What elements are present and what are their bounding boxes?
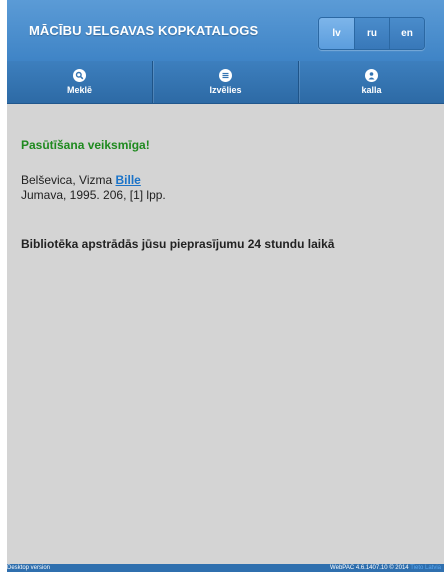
- nav-item-label: Izvēlies: [209, 85, 242, 95]
- search-icon: [73, 69, 86, 82]
- lang-button-en[interactable]: en: [389, 18, 424, 49]
- desktop-version-link[interactable]: Desktop version: [7, 564, 50, 572]
- nav-item-selected[interactable]: Izvēlies: [152, 61, 298, 103]
- footer-bar: Desktop version WebPAC 4.6.1407.10 © 201…: [7, 564, 444, 572]
- list-icon: [219, 69, 232, 82]
- nav-item-label: Meklē: [66, 85, 92, 95]
- record-publication: Jumava, 1995. 206, [1] lpp.: [21, 188, 166, 202]
- nav-item-label: kalla: [361, 85, 382, 95]
- vendor-link[interactable]: Tieto Latvia: [410, 565, 441, 571]
- language-switcher: lv ru en: [318, 17, 425, 50]
- nav-bar: Meklē Izvēlies kalla: [7, 61, 444, 104]
- footer-version: WebPAC 4.6.1407.10 © 2014 Tieto Latvia: [330, 564, 441, 572]
- app-frame: MĀCĪBU JELGAVAS KOPKATALOGS lv ru en Mek…: [7, 0, 444, 572]
- header-bar: MĀCĪBU JELGAVAS KOPKATALOGS lv ru en: [7, 0, 444, 62]
- lang-button-lv[interactable]: lv: [319, 18, 354, 49]
- nav-item-user[interactable]: kalla: [298, 61, 444, 103]
- user-icon: [365, 69, 378, 82]
- nav-item-search[interactable]: Meklē: [7, 61, 152, 103]
- processing-notice: Bibliotēka apstrādās jūsu pieprasījumu 2…: [21, 237, 335, 251]
- record-info: Belševica, Vizma Bille Jumava, 1995. 206…: [21, 173, 166, 203]
- version-text: WebPAC 4.6.1407.10 © 2014: [330, 565, 409, 571]
- app-title: MĀCĪBU JELGAVAS KOPKATALOGS: [29, 23, 259, 38]
- record-author: Belševica, Vizma: [21, 173, 113, 187]
- record-line: Belševica, Vizma Bille: [21, 173, 166, 188]
- lang-button-ru[interactable]: ru: [354, 18, 389, 49]
- success-message: Pasūtīšana veiksmīga!: [21, 138, 150, 152]
- record-title-link[interactable]: Bille: [116, 173, 141, 187]
